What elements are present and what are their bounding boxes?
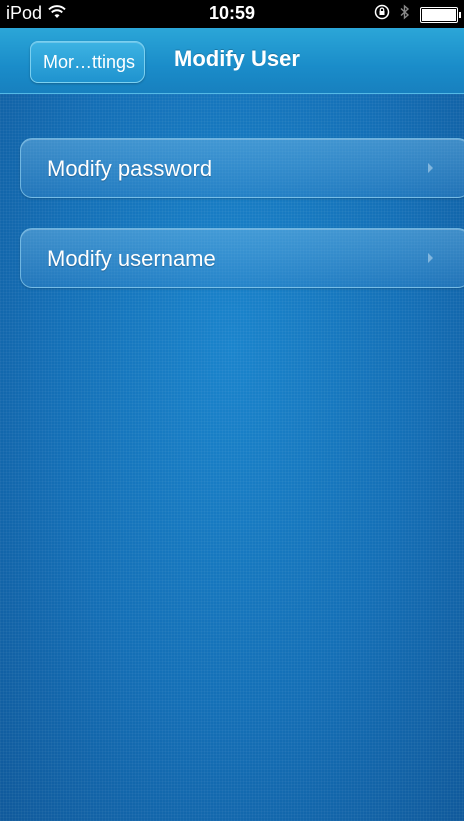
battery-fill bbox=[422, 8, 456, 21]
status-right bbox=[374, 4, 461, 25]
bluetooth-icon bbox=[400, 4, 410, 25]
screen: iPod 10:59 Mor…ttings Modify User Modify… bbox=[0, 0, 464, 821]
modify-password-item[interactable]: Modify password bbox=[20, 138, 464, 198]
menu-item-label: Modify username bbox=[47, 246, 216, 271]
status-bar: iPod 10:59 bbox=[0, 0, 464, 28]
back-button-label: Mor…ttings bbox=[43, 51, 136, 72]
content-area: Modify password Modify username bbox=[0, 94, 464, 821]
battery-icon bbox=[420, 6, 461, 23]
chevron-right-icon bbox=[428, 163, 433, 173]
back-button[interactable]: Mor…ttings bbox=[30, 41, 146, 83]
orientation-lock-icon bbox=[374, 4, 390, 25]
navigation-bar: Mor…ttings Modify User bbox=[0, 28, 464, 94]
modify-username-item[interactable]: Modify username bbox=[20, 228, 464, 288]
menu-item-label: Modify password bbox=[47, 156, 213, 181]
chevron-right-icon bbox=[428, 253, 433, 263]
page-title: Modify User bbox=[174, 46, 300, 71]
